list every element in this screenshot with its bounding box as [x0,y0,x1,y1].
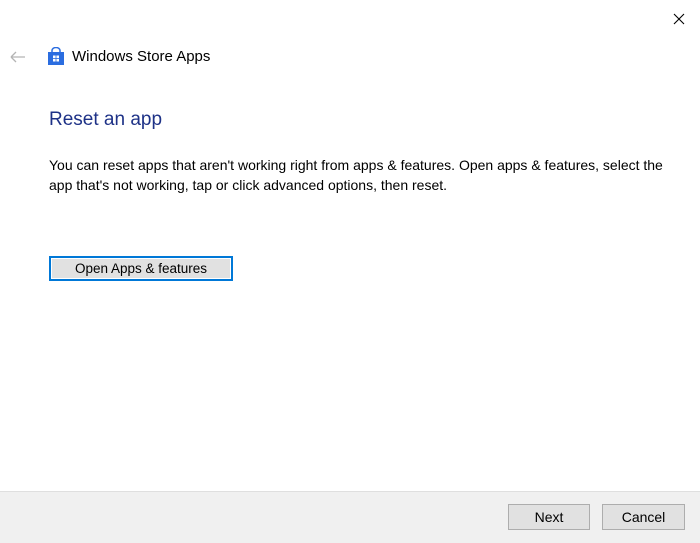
window-title: Windows Store Apps [72,48,211,65]
next-button[interactable]: Next [508,504,590,530]
open-apps-features-button[interactable]: Open Apps & features [49,256,233,281]
page-heading: Reset an app [49,109,163,130]
close-button[interactable] [666,6,692,32]
close-icon [673,13,685,25]
cancel-button[interactable]: Cancel [602,504,685,530]
store-bag-icon [47,46,65,65]
description-text: You can reset apps that aren't working r… [49,157,663,193]
back-button[interactable] [8,47,28,67]
footer-bar: Next Cancel [0,491,700,543]
back-arrow-icon [10,51,25,63]
